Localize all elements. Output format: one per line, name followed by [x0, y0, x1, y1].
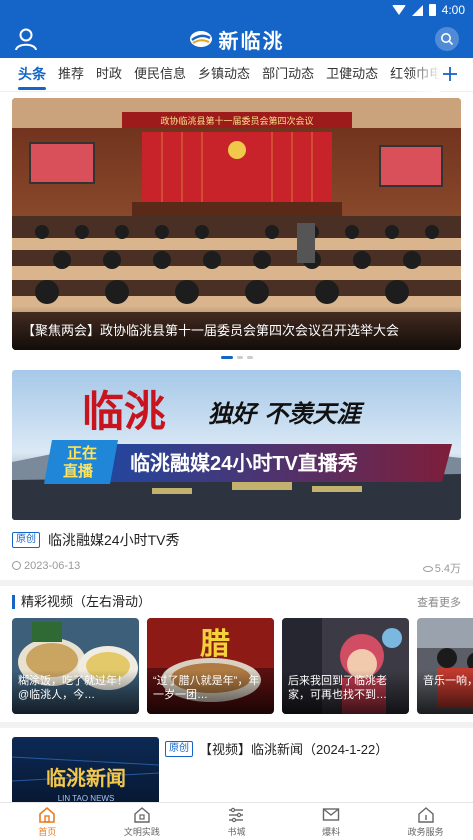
wifi-icon	[391, 5, 406, 15]
carousel-caption[interactable]: 【聚焦两会】政协临洮县第十一届委员会第四次会议召开选举大会	[12, 306, 461, 350]
news-thumbnail: 临洮新闻 LIN TAO NEWS	[12, 737, 159, 802]
news-thumb-title: 临洮新闻	[46, 766, 126, 790]
bookstore-icon	[229, 807, 244, 822]
news-title[interactable]: 【视频】临洮新闻（2024-1-22）	[199, 739, 388, 758]
carousel-dot	[246, 356, 253, 359]
nav-home[interactable]: 首页	[17, 806, 77, 838]
nav-civilization[interactable]: 文明实践	[112, 806, 172, 838]
app-screen: 4:00 新临洮 头条 推荐 时政 便民信息 乡镇动态 部门动态 卫健动态 政协…	[0, 0, 473, 840]
video-section-title: 精彩视频（左右滑动）	[12, 595, 151, 609]
video-caption: 糊涂饭，吃了就过年！@临洮人，今…	[12, 670, 139, 714]
tab-health[interactable]: 卫健动态	[320, 58, 384, 92]
view-count: 5.4万	[422, 560, 461, 576]
video-caption: 音乐一响，就来了！	[417, 670, 473, 714]
news-thumb-subtitle: LIN TAO NEWS	[58, 794, 115, 802]
video-card[interactable]: 糊涂饭，吃了就过年！@临洮人，今…	[12, 618, 139, 714]
gov-service-icon	[417, 806, 434, 823]
nav-label: 书城	[227, 826, 246, 837]
video-overlay-char: 腊	[200, 627, 230, 662]
signal-icon	[411, 4, 423, 16]
nav-gov-service[interactable]: 政务服务	[396, 806, 456, 838]
carousel-indicator	[0, 356, 473, 362]
battery-icon	[428, 4, 436, 16]
tab-recommend[interactable]: 推荐	[52, 58, 90, 92]
app-logo: 新临洮	[189, 25, 285, 54]
news-list-item[interactable]: 临洮新闻 LIN TAO NEWS 原创 【视频】临洮新闻（2024-1-22）	[12, 737, 461, 802]
nav-label: 文明实践	[123, 826, 160, 837]
search-button[interactable]	[435, 27, 459, 51]
tab-headlines[interactable]: 头条	[12, 58, 52, 92]
nav-label: 爆料	[322, 826, 341, 837]
carousel-dot	[236, 356, 243, 359]
app-name: 新临洮	[218, 28, 285, 53]
status-time: 4:00	[441, 3, 465, 17]
channel-tabs: 头条 推荐 时政 便民信息 乡镇动态 部门动态 卫健动态 红领巾电台	[0, 57, 473, 92]
nav-label: 首页	[38, 826, 57, 837]
video-carousel[interactable]: 糊涂饭，吃了就过年！@临洮人，今… 腊 “过了腊八就是年”，年一岁一团… 后来我…	[12, 618, 473, 714]
video-card[interactable]: 腊 “过了腊八就是年”，年一岁一团…	[147, 618, 274, 714]
original-tag: 原创	[165, 740, 193, 757]
home-icon	[39, 806, 56, 823]
status-bar: 4:00	[0, 0, 473, 20]
nav-label: 政务服务	[407, 826, 444, 837]
user-profile-button[interactable]	[12, 25, 40, 53]
news-text[interactable]: 原创 【视频】临洮新闻（2024-1-22）	[165, 739, 388, 758]
tab-departments[interactable]: 部门动态	[256, 58, 320, 92]
nav-bookstore[interactable]: 书城	[206, 806, 266, 838]
tab-towns[interactable]: 乡镇动态	[192, 58, 256, 92]
user-icon	[15, 28, 37, 51]
nav-tipoff[interactable]: 爆料	[301, 806, 361, 838]
feed-content[interactable]: 政协临洮县第十一届委员会第四次会议 【聚焦两会】政协临洮县第十一届委员会第四次会…	[0, 92, 473, 802]
eye-icon	[422, 566, 433, 572]
live-badge-line1: 正在	[67, 444, 97, 462]
headline-carousel[interactable]: 政协临洮县第十一届委员会第四次会议 【聚焦两会】政协临洮县第十一届委员会第四次会…	[12, 98, 461, 350]
civilization-icon	[134, 806, 150, 823]
original-tag: 原创	[12, 532, 40, 548]
video-card[interactable]: 后来我回到了临洮老家，可再也找不到…	[282, 618, 409, 714]
video-card[interactable]: 音乐一响，就来了！	[417, 618, 473, 714]
section-divider	[0, 580, 473, 586]
live-banner-text: 临洮融媒24小时TV直播秀	[130, 451, 358, 475]
video-caption: 后来我回到了临洮老家，可再也找不到…	[282, 670, 409, 714]
carousel-dot	[220, 356, 233, 359]
feature-title-row[interactable]: 原创 临洮融媒24小时TV秀	[12, 530, 179, 550]
bottom-nav: 首页 文明实践 书城 爆料 政务服务	[0, 802, 473, 840]
publish-date: 2023-06-13	[12, 560, 80, 576]
live-tv-banner[interactable]: 临洮 独好 不羡天涯 正在 直播 临洮融媒24小时TV直播秀	[12, 370, 461, 520]
feature-title[interactable]: 临洮融媒24小时TV秀	[48, 530, 179, 550]
stage-banner-text: 政协临洮县第十一届委员会第四次会议	[160, 115, 313, 126]
add-channel-button[interactable]	[439, 62, 461, 86]
calligraphy-slogan: 独好 不羡天涯	[208, 399, 365, 428]
tab-scroll[interactable]: 头条 推荐 时政 便民信息 乡镇动态 部门动态 卫健动态 红领巾电台	[0, 57, 440, 92]
live-tv-image: 临洮 独好 不羡天涯 正在 直播 临洮融媒24小时TV直播秀	[12, 370, 461, 520]
tab-convenience[interactable]: 便民信息	[128, 58, 192, 92]
logo-mark-icon	[189, 31, 212, 47]
clock-icon	[12, 561, 21, 570]
news-thumbnail-image: 临洮新闻 LIN TAO NEWS	[12, 737, 159, 802]
calligraphy-main: 临洮	[82, 387, 166, 436]
plus-icon	[443, 67, 457, 81]
video-caption: “过了腊八就是年”，年一岁一团…	[147, 670, 274, 714]
video-section-header: 精彩视频（左右滑动） 查看更多	[12, 594, 461, 610]
app-header: 新临洮	[0, 20, 473, 58]
mail-icon	[322, 807, 340, 821]
feature-meta: 2023-06-13 5.4万	[12, 560, 461, 576]
search-icon	[441, 33, 454, 46]
live-badge-line2: 直播	[63, 462, 94, 480]
tab-politics[interactable]: 时政	[90, 58, 128, 92]
section-divider	[0, 722, 473, 728]
see-more-link[interactable]: 查看更多	[417, 594, 461, 610]
